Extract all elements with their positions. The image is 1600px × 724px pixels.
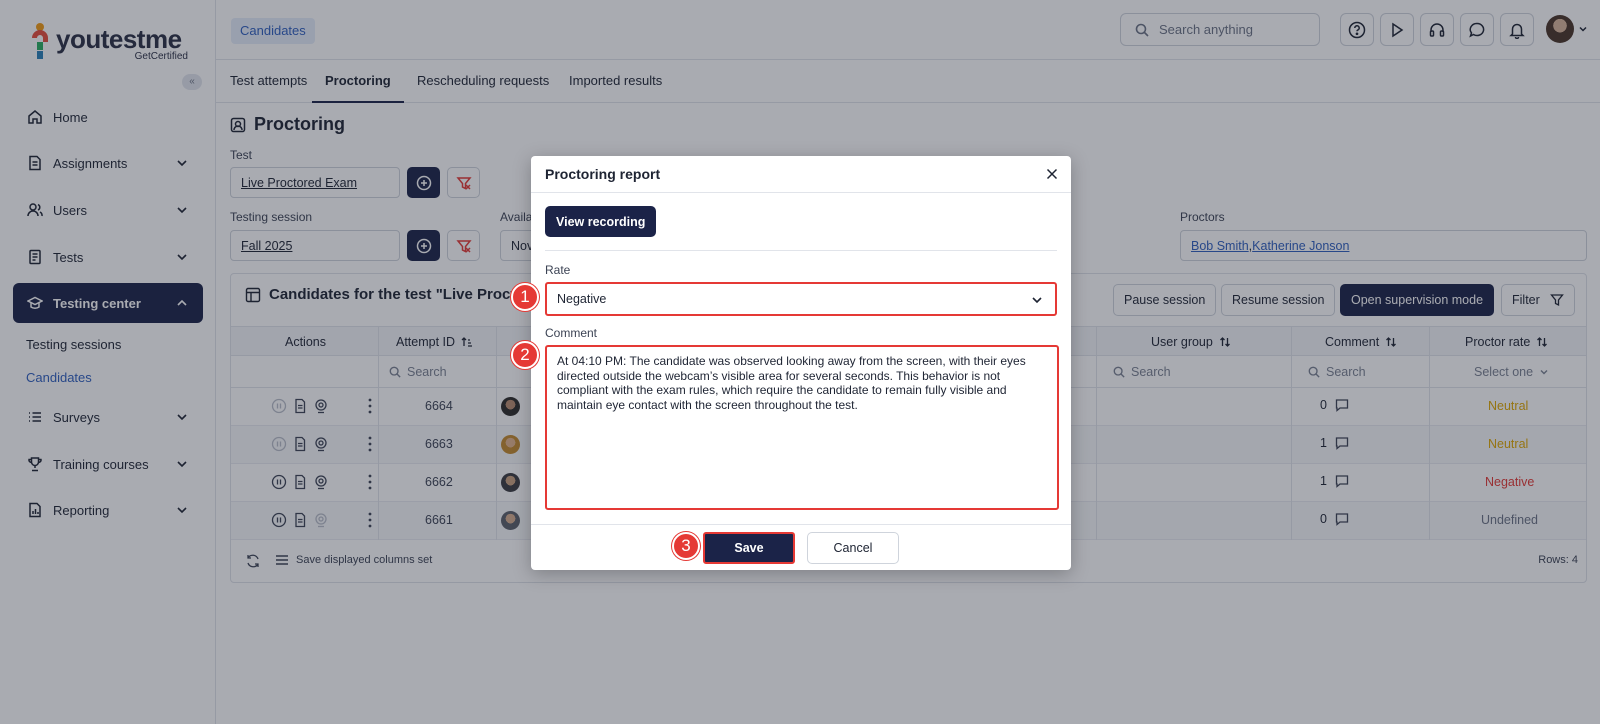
save-button[interactable]: Save bbox=[703, 532, 795, 564]
dialog-header: Proctoring report bbox=[531, 156, 1071, 193]
rate-selected-value: Negative bbox=[557, 292, 607, 306]
comment-textarea[interactable]: At 04:10 PM: The candidate was observed … bbox=[545, 345, 1059, 510]
dialog-title: Proctoring report bbox=[545, 166, 661, 182]
step-marker: 2 bbox=[511, 341, 539, 369]
chevron-down-icon bbox=[1032, 297, 1042, 304]
close-icon[interactable] bbox=[1045, 167, 1059, 181]
divider bbox=[545, 250, 1057, 251]
step-marker: 1 bbox=[511, 283, 539, 311]
step-marker: 3 bbox=[672, 532, 700, 560]
comment-label: Comment bbox=[545, 326, 598, 340]
rate-select[interactable]: Negative bbox=[545, 282, 1057, 316]
cancel-button[interactable]: Cancel bbox=[807, 532, 899, 564]
proctoring-report-dialog: Proctoring report View recording Rate Ne… bbox=[531, 156, 1071, 570]
view-recording-button[interactable]: View recording bbox=[545, 206, 657, 237]
rate-label: Rate bbox=[545, 263, 571, 277]
divider bbox=[531, 524, 1071, 525]
